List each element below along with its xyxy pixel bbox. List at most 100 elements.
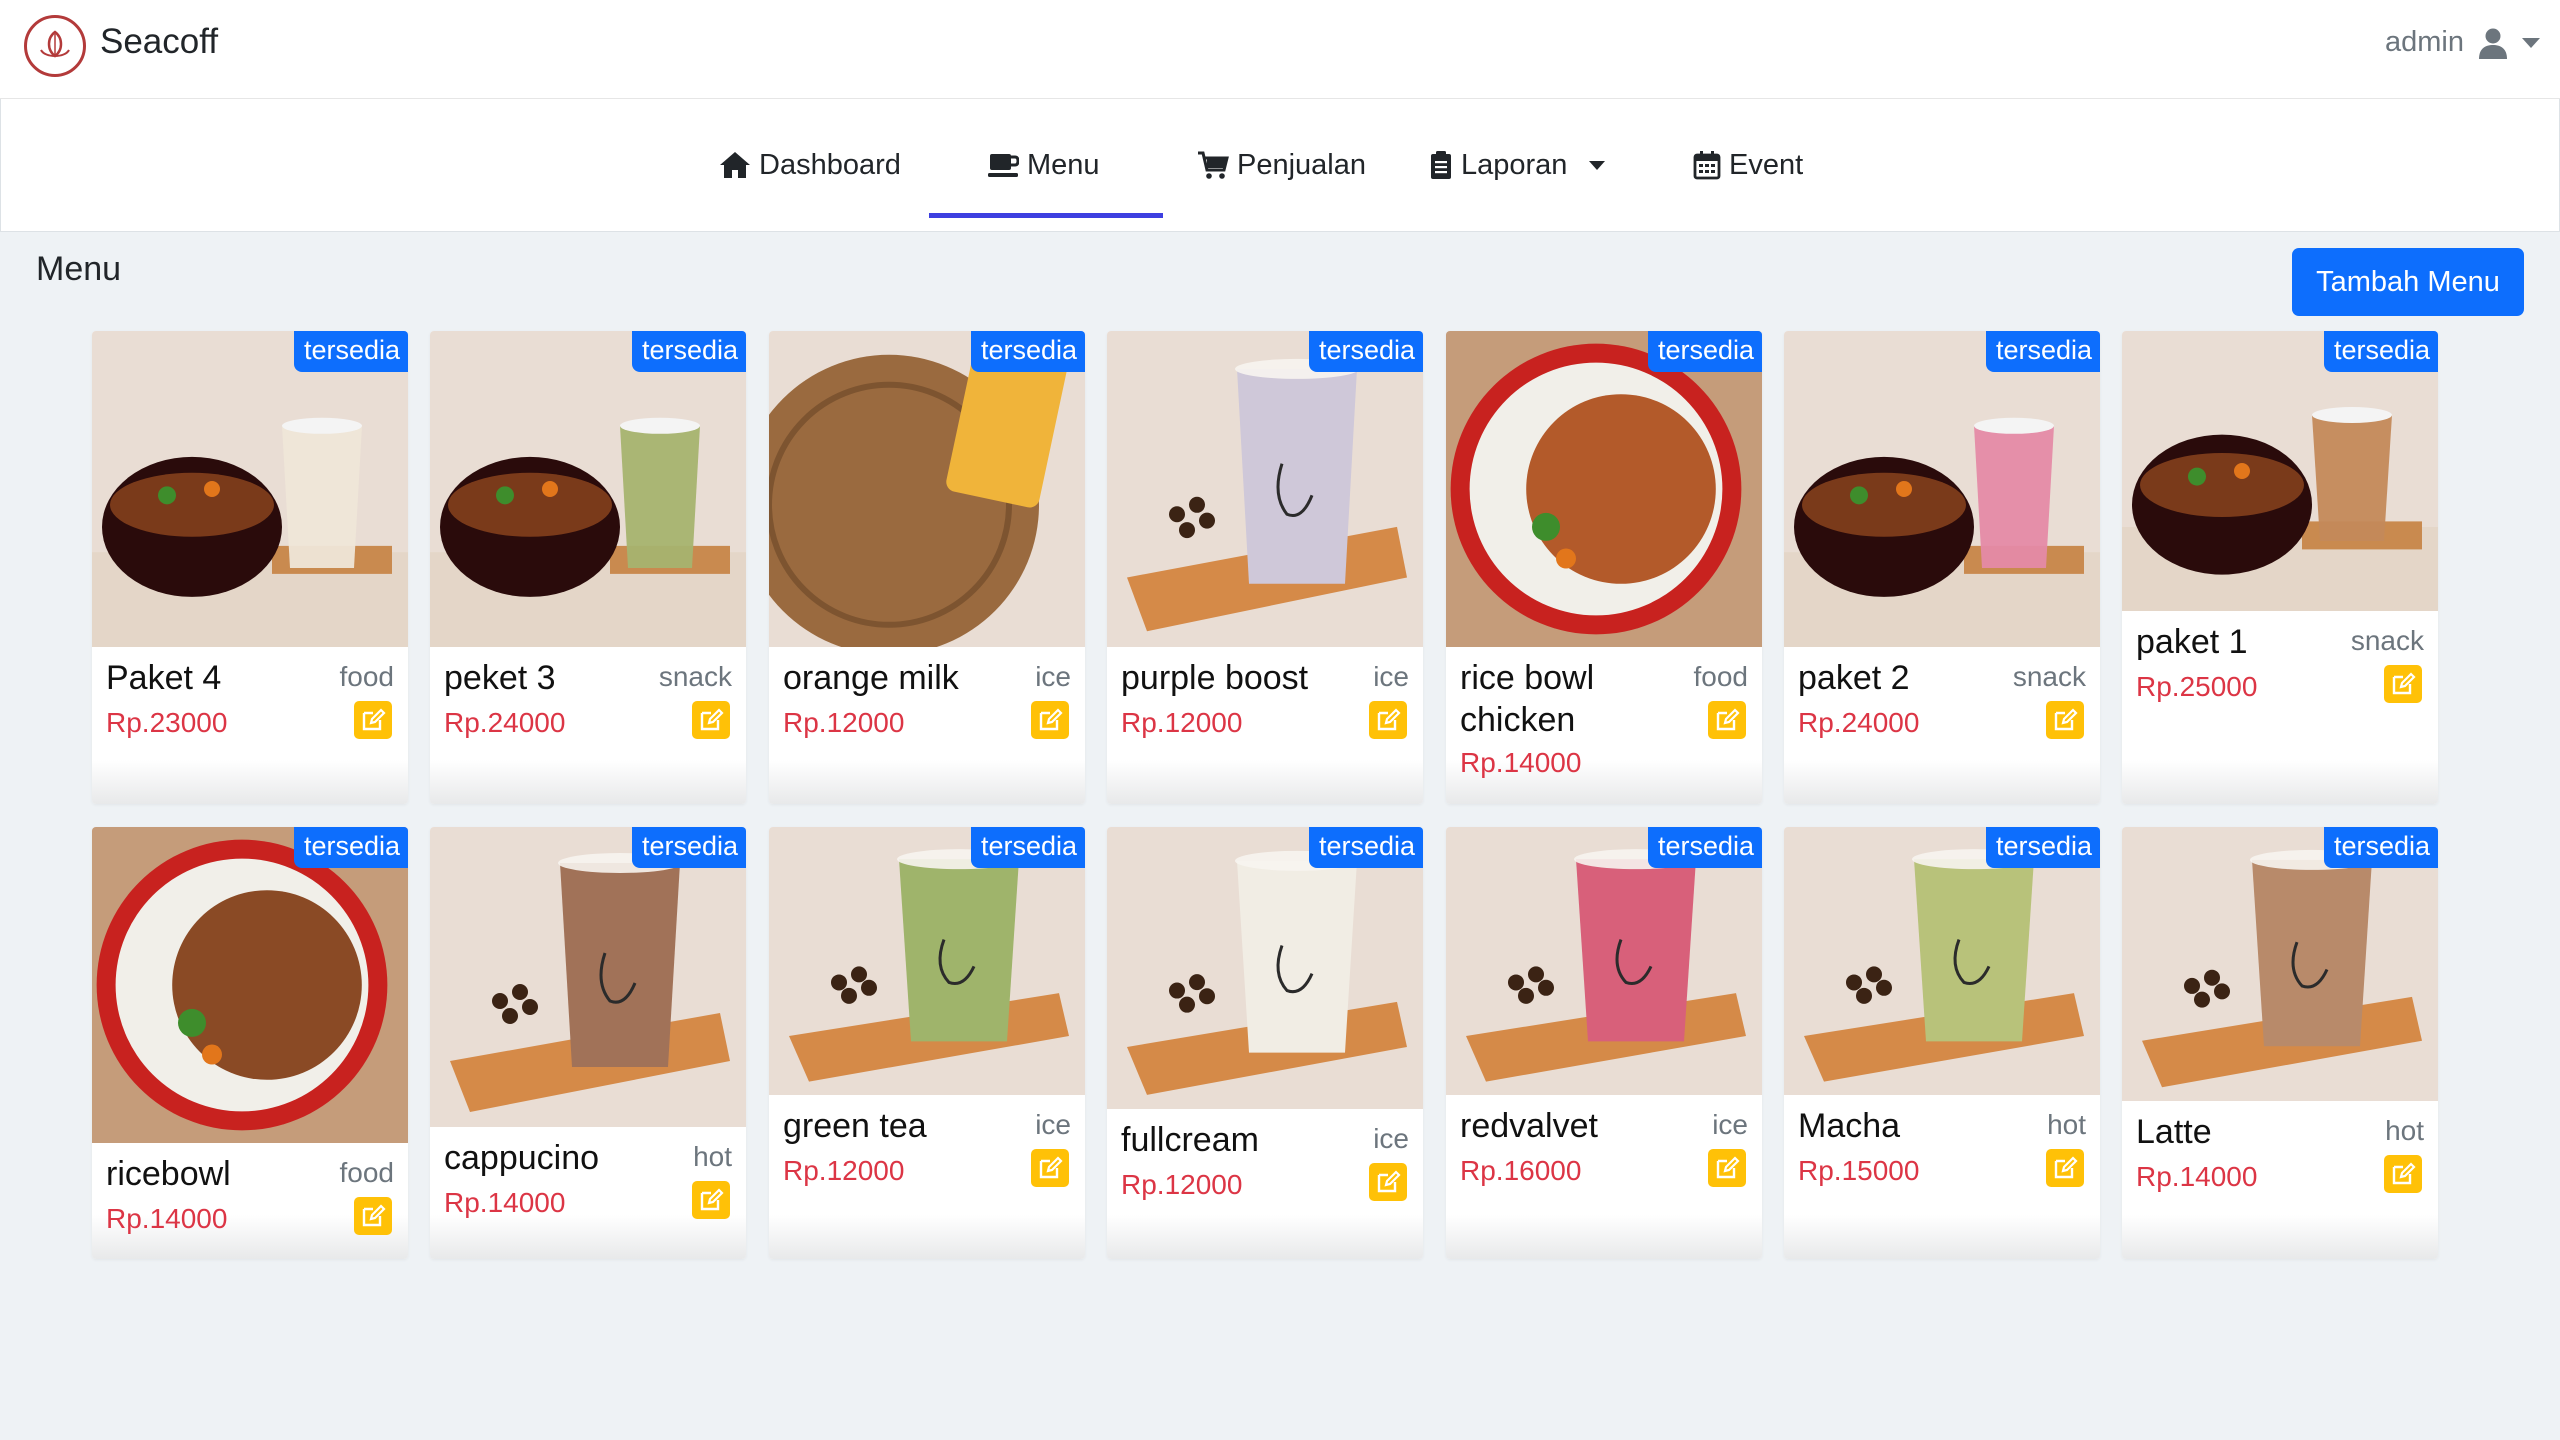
brand-logo[interactable] bbox=[24, 15, 86, 77]
edit-button[interactable] bbox=[1369, 1163, 1407, 1201]
menu-photo bbox=[2122, 331, 2438, 611]
menu-item-price: Rp.15000 bbox=[1798, 1155, 1920, 1186]
coffee-leaf-logo-icon bbox=[40, 30, 70, 58]
card-footer-shade bbox=[92, 760, 408, 804]
menu-card[interactable]: tersedia green tea ice Rp.12000 bbox=[769, 827, 1085, 1259]
edit-button[interactable] bbox=[1708, 701, 1746, 739]
menu-item-category: ice bbox=[1035, 661, 1071, 692]
card-image bbox=[769, 331, 1085, 647]
edit-button[interactable] bbox=[2384, 665, 2422, 703]
edit-icon bbox=[2392, 672, 2416, 695]
status-badge: tersedia bbox=[1647, 827, 1762, 868]
add-menu-button[interactable]: Tambah Menu bbox=[2292, 248, 2524, 316]
menu-item-price: Rp.16000 bbox=[1460, 1155, 1582, 1186]
menu-item-name: purple boost bbox=[1121, 659, 1309, 697]
edit-button[interactable] bbox=[2046, 1149, 2084, 1187]
edit-button[interactable] bbox=[2046, 701, 2084, 739]
menu-card[interactable]: tersedia rice bowl chicken food Rp.14000 bbox=[1446, 331, 1762, 804]
edit-button[interactable] bbox=[692, 1181, 730, 1219]
menu-item-price: Rp.24000 bbox=[1798, 707, 1920, 738]
menu-item-name: peket 3 bbox=[444, 659, 556, 697]
menu-item-name: fullcream bbox=[1121, 1121, 1259, 1159]
edit-icon bbox=[362, 1204, 386, 1227]
menu-item-price: Rp.25000 bbox=[2136, 671, 2258, 702]
edit-icon bbox=[1377, 1170, 1401, 1193]
card-image bbox=[1107, 331, 1423, 647]
status-badge: tersedia bbox=[970, 827, 1085, 868]
card-footer-shade bbox=[769, 760, 1085, 804]
menu-item-category: snack bbox=[2350, 625, 2424, 656]
menu-item-category: food bbox=[1693, 661, 1749, 692]
card-image bbox=[2122, 827, 2438, 1101]
menu-card[interactable]: tersedia redvalvet ice Rp.16000 bbox=[1446, 827, 1762, 1259]
nav-penjualan[interactable]: Penjualan bbox=[1197, 99, 1366, 231]
edit-icon bbox=[2392, 1162, 2416, 1185]
menu-card[interactable]: tersedia Paket 4 food Rp.23000 bbox=[92, 331, 408, 804]
edit-button[interactable] bbox=[354, 701, 392, 739]
edit-icon bbox=[1716, 1156, 1740, 1179]
card-image bbox=[92, 827, 408, 1143]
edit-button[interactable] bbox=[692, 701, 730, 739]
menu-item-price: Rp.24000 bbox=[444, 707, 566, 738]
nav-dashboard[interactable]: Dashboard bbox=[719, 99, 901, 231]
nav-menu[interactable]: Menu bbox=[987, 99, 1100, 231]
menu-item-name: paket 2 bbox=[1798, 659, 1910, 697]
menu-item-category: ice bbox=[1373, 661, 1409, 692]
menu-card[interactable]: tersedia paket 2 snack Rp.24000 bbox=[1784, 331, 2100, 804]
menu-item-price: Rp.12000 bbox=[1121, 707, 1243, 738]
menu-item-price: Rp.12000 bbox=[783, 1155, 905, 1186]
user-menu[interactable]: admin bbox=[2385, 26, 2540, 59]
menu-item-name: ricebowl bbox=[106, 1155, 231, 1193]
menu-card[interactable]: tersedia purple boost ice Rp.12000 bbox=[1107, 331, 1423, 804]
menu-item-category: ice bbox=[1712, 1109, 1748, 1140]
card-image bbox=[1446, 331, 1762, 647]
nav-laporan[interactable]: Laporan bbox=[1429, 99, 1606, 231]
card-footer-shade bbox=[2122, 760, 2438, 804]
nav-menu-label: Menu bbox=[1027, 148, 1100, 181]
home-icon bbox=[720, 152, 750, 178]
calendar-icon bbox=[1693, 151, 1721, 180]
menu-item-price: Rp.14000 bbox=[1460, 747, 1582, 778]
card-footer-shade bbox=[1107, 760, 1423, 804]
menu-item-price: Rp.14000 bbox=[2136, 1161, 2258, 1192]
menu-item-category: snack bbox=[658, 661, 732, 692]
edit-button[interactable] bbox=[1369, 701, 1407, 739]
menu-card[interactable]: tersedia paket 1 snack Rp.25000 bbox=[2122, 331, 2438, 804]
menu-card[interactable]: tersedia Latte hot Rp.14000 bbox=[2122, 827, 2438, 1259]
menu-photo bbox=[2122, 827, 2438, 1101]
user-name: admin bbox=[2385, 26, 2464, 58]
menu-photo bbox=[92, 331, 408, 647]
edit-button[interactable] bbox=[2384, 1155, 2422, 1193]
edit-button[interactable] bbox=[1031, 701, 1069, 739]
clipboard-icon bbox=[1431, 151, 1451, 179]
edit-button[interactable] bbox=[1708, 1149, 1746, 1187]
card-footer-shade bbox=[2122, 1215, 2438, 1259]
menu-photo bbox=[1107, 827, 1423, 1109]
edit-button[interactable] bbox=[1031, 1149, 1069, 1187]
card-footer-shade bbox=[1784, 760, 2100, 804]
card-footer-shade bbox=[430, 760, 746, 804]
menu-card[interactable]: tersedia cappucino hot Rp.14000 bbox=[430, 827, 746, 1259]
brand-name[interactable]: Seacoff bbox=[100, 22, 218, 62]
menu-item-name: rice bowl chicken bbox=[1460, 659, 1595, 739]
card-image bbox=[430, 827, 746, 1127]
edit-button[interactable] bbox=[354, 1197, 392, 1235]
nav-laporan-label: Laporan bbox=[1461, 148, 1568, 181]
menu-item-name: Latte bbox=[2136, 1113, 2212, 1151]
edit-icon bbox=[1716, 708, 1740, 731]
menu-card[interactable]: tersedia ricebowl food Rp.14000 bbox=[92, 827, 408, 1259]
menu-item-category: hot bbox=[2047, 1109, 2086, 1140]
menu-card[interactable]: tersedia orange milk ice Rp.12000 bbox=[769, 331, 1085, 804]
edit-icon bbox=[1039, 1156, 1063, 1179]
menu-item-category: ice bbox=[1035, 1109, 1071, 1140]
card-footer-shade bbox=[1784, 1215, 2100, 1259]
menu-card[interactable]: tersedia peket 3 snack Rp.24000 bbox=[430, 331, 746, 804]
status-badge: tersedia bbox=[631, 827, 746, 868]
menu-photo bbox=[92, 827, 408, 1143]
nav-event[interactable]: Event bbox=[1693, 99, 1803, 231]
menu-card[interactable]: tersedia Macha hot Rp.15000 bbox=[1784, 827, 2100, 1259]
menu-card[interactable]: tersedia fullcream ice Rp.12000 bbox=[1107, 827, 1423, 1259]
cart-icon bbox=[1198, 151, 1229, 179]
menu-item-category: food bbox=[339, 1157, 395, 1188]
menu-item-price: Rp.12000 bbox=[1121, 1169, 1243, 1200]
